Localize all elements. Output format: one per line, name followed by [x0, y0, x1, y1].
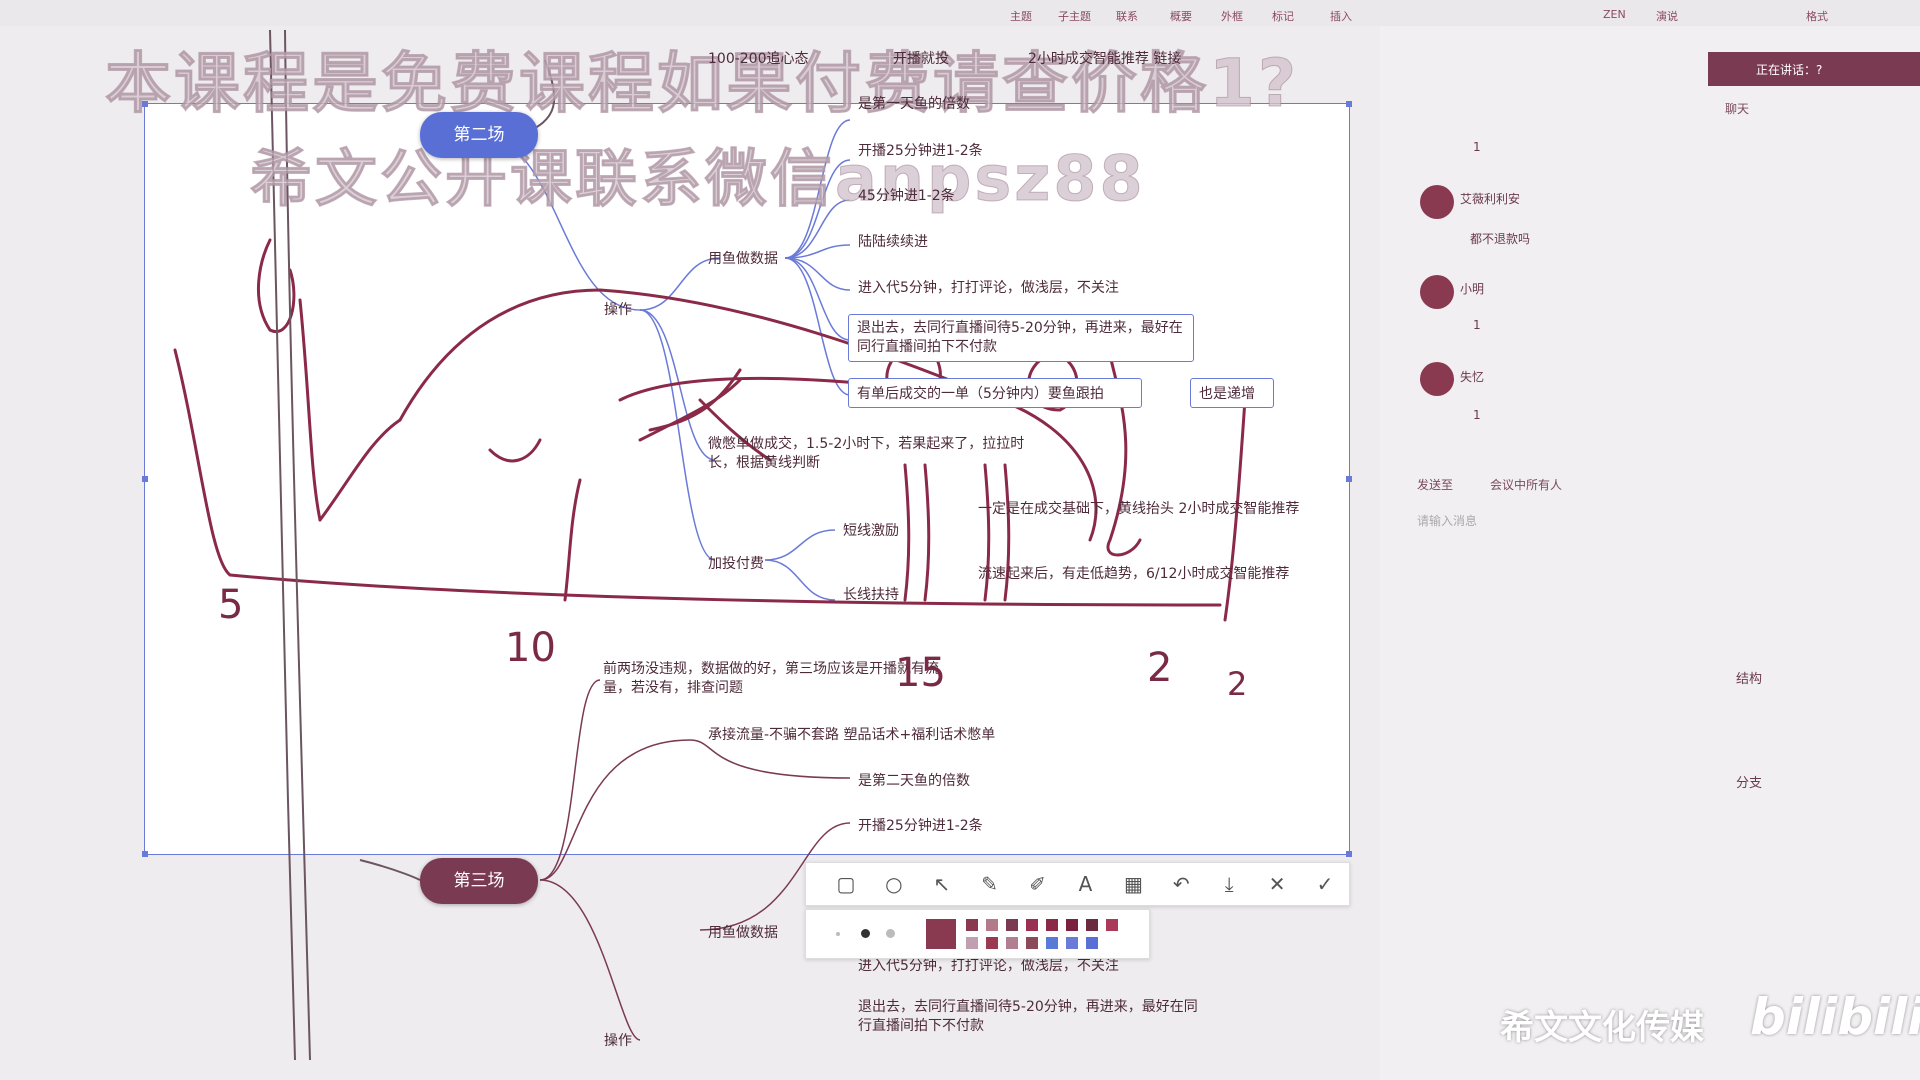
- close-icon[interactable]: ✕: [1253, 866, 1301, 902]
- watermark-line-2: 希文公开课联系微信anpsz88: [250, 142, 1146, 216]
- session-2-node[interactable]: 第二场: [420, 112, 538, 158]
- node-exit-2[interactable]: 退出去，去同行直播间待5-20分钟，再进来，最好在同行直播间拍下不付款: [858, 998, 1198, 1036]
- color-swatch[interactable]: [1046, 937, 1058, 949]
- node-long-desc[interactable]: 流速起来后，有走低趋势，6/12小时成交智能推荐: [978, 565, 1308, 584]
- send-to-select[interactable]: 会议中所有人: [1490, 476, 1562, 493]
- rectangle-tool-icon[interactable]: ▢: [822, 866, 870, 902]
- color-swatch[interactable]: [1086, 919, 1098, 931]
- node-long-desc-text: 流速起来后，有走低趋势，6/12小时成交智能推荐: [978, 566, 1290, 582]
- chat-message: 1: [1473, 408, 1481, 422]
- download-icon[interactable]: ⤓: [1205, 866, 1253, 902]
- node-top-1[interactable]: 100-200追心态: [708, 48, 809, 68]
- chat-tab[interactable]: 聊天: [1725, 100, 1749, 117]
- brand-text: 希文文化传媒: [1500, 1008, 1704, 1048]
- handwritten-15: 15: [895, 650, 946, 696]
- node-add-pay[interactable]: 加投付费: [708, 553, 764, 573]
- screenshot-toolbar: ▢ ○ ↖ ✎ ✐ A ▦ ↶ ⤓ ✕ ✓: [805, 862, 1350, 906]
- node-prev-two[interactable]: 前两场没违规，数据做的好，第三场应该是开播就有流量，若没有，排查问题: [603, 660, 943, 698]
- chat-message: 1: [1473, 318, 1481, 332]
- node-top-2[interactable]: 开播就投: [893, 48, 949, 68]
- node-operation-2[interactable]: 操作: [604, 1030, 632, 1050]
- color-swatch[interactable]: [966, 937, 978, 949]
- node-top-3[interactable]: 2小时成交智能推荐 链接: [1028, 48, 1181, 68]
- chat-sender: 小明: [1460, 282, 1485, 296]
- node-min45[interactable]: 45分钟进1-2条: [858, 185, 955, 205]
- color-swatch[interactable]: [1046, 919, 1058, 931]
- node-gradual[interactable]: 陆陆续续进: [858, 231, 928, 251]
- handwritten-2b: 2: [1227, 665, 1248, 703]
- branch-label: 分支: [1736, 776, 1763, 791]
- node-micro-deal-text: 微憋单做成交，1.5-2小时下，若果起来了，拉拉时长，根据黄线判断: [708, 436, 1025, 471]
- node-bought[interactable]: 有单后成交的一单（5分钟内）要鱼跟拍: [848, 378, 1142, 408]
- marker-tool-icon[interactable]: ✐: [1014, 866, 1062, 902]
- pen-tool-icon[interactable]: ✎: [966, 866, 1014, 902]
- node-long-line[interactable]: 长线扶持: [843, 584, 899, 604]
- confirm-icon[interactable]: ✓: [1301, 866, 1349, 902]
- bilibili-logo: bilibili: [1750, 988, 1920, 1046]
- node-fish-data-2[interactable]: 用鱼做数据: [708, 922, 778, 942]
- handwritten-10: 10: [505, 625, 556, 671]
- color-swatch[interactable]: [1026, 937, 1038, 949]
- avatar: [1420, 275, 1454, 309]
- ellipse-tool-icon[interactable]: ○: [870, 866, 918, 902]
- node-exit-text: 退出去，去同行直播间待5-20分钟，再进来，最好在同行直播间拍下不付款: [857, 320, 1183, 355]
- node-short-desc[interactable]: 一定是在成交基础下，黄线抬头 2小时成交智能推荐: [978, 500, 1308, 519]
- color-swatch[interactable]: [1106, 919, 1118, 931]
- color-swatch[interactable]: [986, 919, 998, 931]
- chat-sender: 艾薇利利安: [1460, 192, 1521, 206]
- color-swatch[interactable]: [1006, 919, 1018, 931]
- color-swatch[interactable]: [1066, 919, 1078, 931]
- undo-icon[interactable]: ↶: [1157, 866, 1205, 902]
- color-swatch[interactable]: [1026, 919, 1038, 931]
- node-take-flow[interactable]: 承接流量-不骗不套路 塑品话术+福利话术憋单: [708, 724, 995, 744]
- current-color-swatch[interactable]: [926, 919, 956, 949]
- node-fish-data[interactable]: 用鱼做数据: [708, 248, 778, 268]
- color-palette: [805, 909, 1150, 959]
- chat-message: 1: [1473, 140, 1481, 154]
- node-enter5[interactable]: 进入代5分钟，打打评论，做浅层，不关注: [858, 277, 1119, 297]
- color-swatch[interactable]: [966, 919, 978, 931]
- node-micro-deal[interactable]: 微憋单做成交，1.5-2小时下，若果起来了，拉拉时长，根据黄线判断: [708, 435, 1048, 473]
- right-panel: [1380, 26, 1920, 1080]
- arrow-tool-icon[interactable]: ↖: [918, 866, 966, 902]
- size-small-dot[interactable]: [836, 932, 840, 936]
- chat-input[interactable]: 请输入消息: [1417, 512, 1477, 529]
- node-start25[interactable]: 开播25分钟进1-2条: [858, 140, 983, 160]
- node-operation[interactable]: 操作: [604, 299, 632, 319]
- size-large-dot[interactable]: [886, 929, 895, 938]
- node-short-desc-text: 一定是在成交基础下，黄线抬头 2小时成交智能推荐: [978, 501, 1300, 517]
- node-prev-two-text: 前两场没违规，数据做的好，第三场应该是开播就有流量，若没有，排查问题: [603, 661, 939, 696]
- handwritten-2: 2: [1147, 645, 1173, 691]
- color-swatch[interactable]: [1066, 937, 1078, 949]
- mosaic-tool-icon[interactable]: ▦: [1109, 866, 1157, 902]
- speaking-indicator: 正在讲话：?: [1708, 52, 1920, 86]
- node-short-line[interactable]: 短线激励: [843, 520, 899, 540]
- session-3-node[interactable]: 第三场: [420, 858, 538, 904]
- handwritten-5: 5: [218, 582, 244, 628]
- structure-label: 结构: [1736, 672, 1763, 687]
- color-swatch[interactable]: [1086, 937, 1098, 949]
- watermark-line-1: 本课程是免费课程如果付费请查价格1?: [104, 45, 1300, 123]
- chat-message: 都不退款吗: [1470, 232, 1531, 246]
- avatar: [1420, 362, 1454, 396]
- size-medium-dot[interactable]: [861, 929, 870, 938]
- node-exit-2-text: 退出去，去同行直播间待5-20分钟，再进来，最好在同行直播间拍下不付款: [858, 999, 1198, 1034]
- avatar: [1420, 185, 1454, 219]
- node-exit[interactable]: 退出去，去同行直播间待5-20分钟，再进来，最好在同行直播间拍下不付款: [848, 314, 1194, 362]
- send-to-label: 发送至: [1417, 478, 1454, 492]
- node-multiplier[interactable]: 是第一天鱼的倍数: [858, 93, 970, 113]
- color-swatch[interactable]: [986, 937, 998, 949]
- text-tool-icon[interactable]: A: [1062, 866, 1110, 902]
- node-also-increase[interactable]: 也是递增: [1190, 378, 1274, 408]
- node-start25-2[interactable]: 开播25分钟进1-2条: [858, 815, 983, 835]
- chat-sender: 失忆: [1460, 370, 1485, 384]
- node-multiplier-2[interactable]: 是第二天鱼的倍数: [858, 770, 970, 790]
- color-swatch[interactable]: [1006, 937, 1018, 949]
